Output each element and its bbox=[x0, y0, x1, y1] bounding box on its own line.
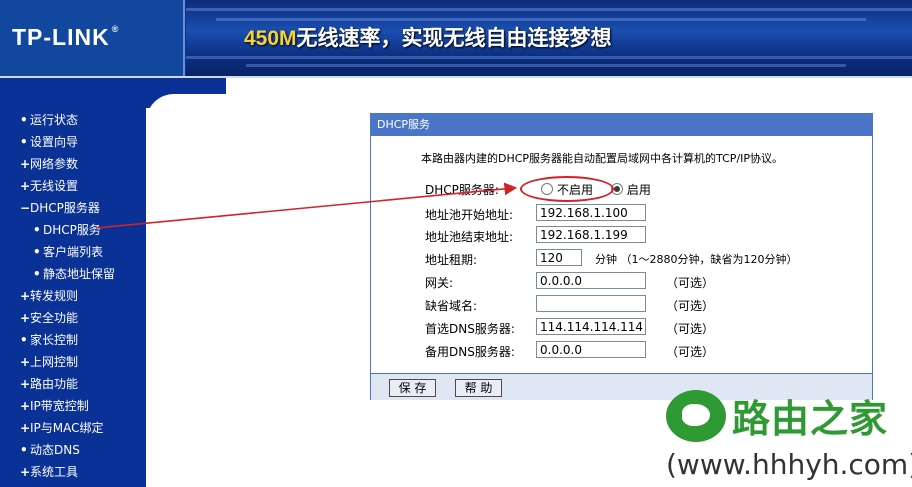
watermark-url: (www.hhhyh.com) bbox=[666, 448, 912, 481]
watermark: 路由之家 (www.hhhyh.com) bbox=[660, 386, 912, 487]
watermark-brand: 路由之家 bbox=[732, 397, 889, 441]
watermark-logo-icon bbox=[666, 390, 726, 442]
